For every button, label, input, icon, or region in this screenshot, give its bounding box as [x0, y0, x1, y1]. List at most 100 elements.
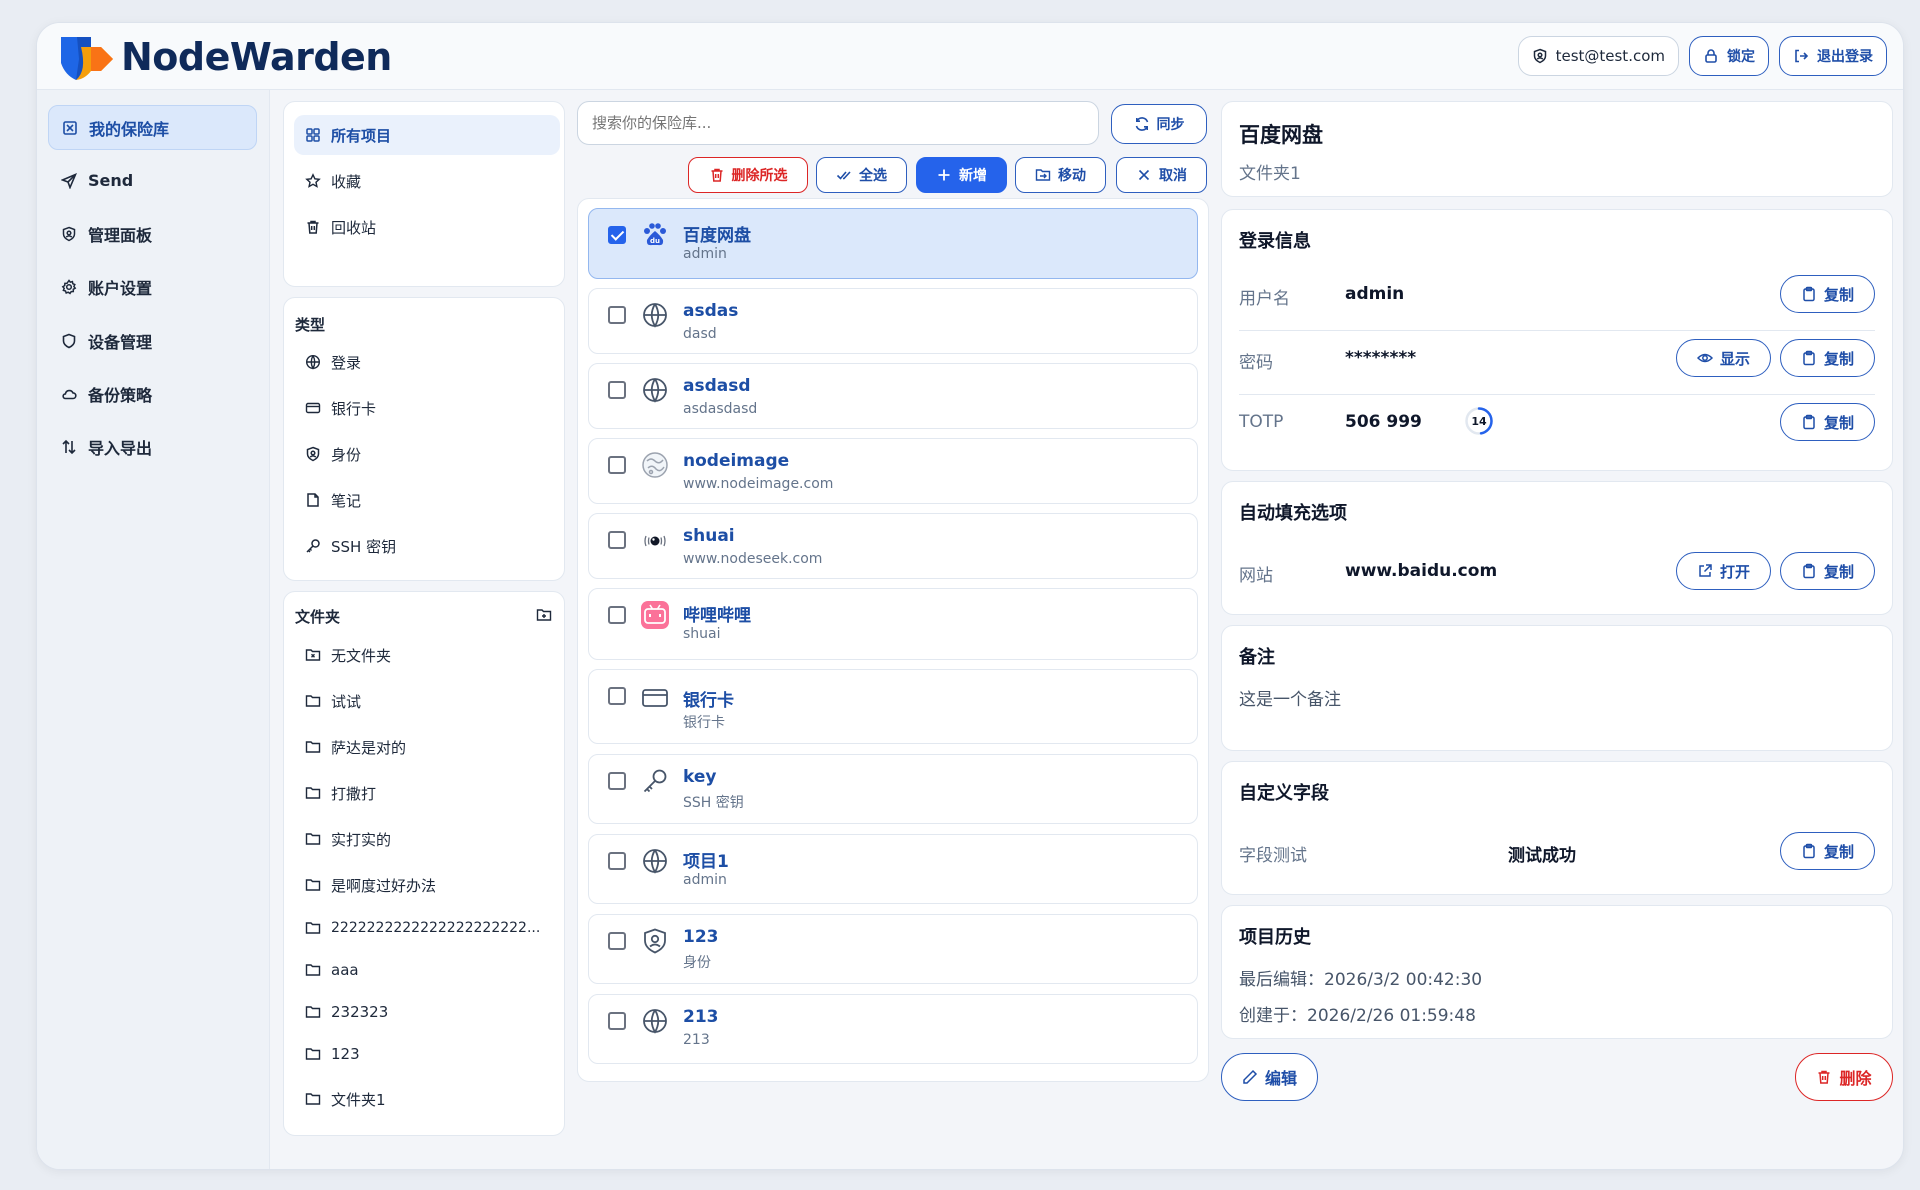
password-value[interactable]: ********: [1345, 348, 1416, 368]
item-name: shuai: [683, 526, 735, 546]
select-all-button[interactable]: 全选: [816, 157, 907, 193]
delete-item-button[interactable]: 删除: [1795, 1053, 1893, 1101]
filter-label: 收藏: [331, 172, 362, 191]
cancel-selection-button[interactable]: 取消: [1116, 157, 1207, 193]
folder-item[interactable]: 实打实的: [294, 819, 560, 859]
folder-item[interactable]: 试试: [294, 681, 560, 721]
folder-item[interactable]: 萨达是对的: [294, 727, 560, 767]
item-checkbox[interactable]: [608, 381, 626, 399]
delete-selected-button[interactable]: 删除所选: [688, 157, 808, 193]
custom-fields-title: 自定义字段: [1239, 783, 1329, 804]
folder-item[interactable]: 123: [294, 1034, 560, 1074]
item-checkbox[interactable]: [608, 306, 626, 324]
copy-totp-button[interactable]: 复制: [1780, 403, 1875, 441]
item-subtitle: www.nodeseek.com: [683, 551, 823, 567]
copy-custom-field-button[interactable]: 复制: [1780, 832, 1875, 870]
item-checkbox[interactable]: [608, 226, 626, 244]
custom-field-value[interactable]: 测试成功: [1508, 841, 1576, 866]
nav-item-admin[interactable]: 管理面板: [48, 211, 257, 256]
key-icon: [305, 538, 321, 554]
copy-username-button[interactable]: 复制: [1780, 275, 1875, 313]
filter-type-note[interactable]: 笔记: [294, 480, 560, 520]
sync-button[interactable]: 同步: [1111, 104, 1207, 144]
item-checkbox[interactable]: [608, 932, 626, 950]
item-checkbox[interactable]: [608, 852, 626, 870]
username-value[interactable]: admin: [1345, 284, 1404, 304]
add-folder-icon[interactable]: [536, 607, 552, 623]
folder-item[interactable]: 文件夹1: [294, 1079, 560, 1119]
logout-icon: [1793, 48, 1809, 64]
copy-password-button[interactable]: 复制: [1780, 339, 1875, 377]
item-checkbox[interactable]: [608, 456, 626, 474]
item-checkbox[interactable]: [608, 1012, 626, 1030]
main-nav: 我的保险库 Send 管理面板 账户设置 设备管理 备份策略 导入导出: [37, 90, 270, 1169]
copy-site-button[interactable]: 复制: [1780, 552, 1875, 590]
login-info-card: 登录信息 用户名 admin 复制 密码 ******** 显示 复制 TOTP…: [1221, 209, 1893, 471]
folder-item[interactable]: 无文件夹: [294, 635, 560, 675]
vault-item-list: du 百度网盘 admin asdas dasd asdasd asdasdas…: [577, 198, 1209, 1082]
open-label: 打开: [1719, 562, 1750, 581]
nav-item-send[interactable]: Send: [48, 158, 257, 203]
edit-item-button[interactable]: 编辑: [1221, 1053, 1318, 1101]
folder-item[interactable]: 是啊度过好办法: [294, 865, 560, 905]
globe-icon: [641, 301, 669, 329]
lock-button[interactable]: 锁定: [1689, 36, 1769, 76]
folder-icon: [305, 1046, 321, 1062]
add-item-button[interactable]: 新增: [916, 157, 1007, 193]
item-checkbox[interactable]: [608, 606, 626, 624]
folder-label: 123: [331, 1045, 360, 1063]
list-item[interactable]: 项目1 admin: [588, 834, 1198, 904]
top-bar: NodeWarden test@test.com 锁定 退出登录: [37, 23, 1903, 90]
list-item[interactable]: shuai www.nodeseek.com: [588, 513, 1198, 579]
clipboard-icon: [1801, 843, 1817, 859]
nav-item-backup[interactable]: 备份策略: [48, 371, 257, 416]
nav-item-devices[interactable]: 设备管理: [48, 318, 257, 363]
item-checkbox[interactable]: [608, 531, 626, 549]
nav-item-vault[interactable]: 我的保险库: [48, 105, 257, 150]
show-password-button[interactable]: 显示: [1676, 339, 1771, 377]
site-value[interactable]: www.baidu.com: [1345, 561, 1497, 581]
filter-favorites[interactable]: 收藏: [294, 161, 560, 201]
list-item[interactable]: du 百度网盘 admin: [588, 208, 1198, 279]
filter-type-login[interactable]: 登录: [294, 342, 560, 382]
list-item[interactable]: 213 213: [588, 994, 1198, 1064]
move-button[interactable]: 移动: [1015, 157, 1106, 193]
totp-value[interactable]: 506 999: [1345, 412, 1422, 432]
nav-item-import-export[interactable]: 导入导出: [48, 424, 257, 469]
nodeseek-icon: [641, 526, 669, 554]
trash-icon: [1816, 1069, 1832, 1085]
list-item[interactable]: key SSH 密钥: [588, 754, 1198, 824]
item-checkbox[interactable]: [608, 772, 626, 790]
open-site-button[interactable]: 打开: [1676, 552, 1771, 590]
filter-type-ssh-key[interactable]: SSH 密钥: [294, 526, 560, 566]
note-icon: [305, 492, 321, 508]
list-item[interactable]: asdasd asdasdasd: [588, 363, 1198, 429]
filter-type-card[interactable]: 银行卡: [294, 388, 560, 428]
list-item[interactable]: asdas dasd: [588, 288, 1198, 354]
filter-trash[interactable]: 回收站: [294, 207, 560, 247]
folder-icon: [305, 785, 321, 801]
list-item[interactable]: 哔哩哔哩 shuai: [588, 588, 1198, 660]
user-email-badge[interactable]: test@test.com: [1517, 36, 1679, 76]
folder-item[interactable]: 232323: [294, 992, 560, 1032]
nav-item-account-settings[interactable]: 账户设置: [48, 264, 257, 309]
detail-header-card: 百度网盘 文件夹1: [1221, 101, 1893, 197]
list-item[interactable]: 银行卡 银行卡: [588, 669, 1198, 744]
folder-item[interactable]: 打撒打: [294, 773, 560, 813]
list-item[interactable]: nodeimage www.nodeimage.com: [588, 438, 1198, 504]
folder-icon: [305, 962, 321, 978]
list-item[interactable]: 123 身份: [588, 914, 1198, 984]
clipboard-icon: [1801, 414, 1817, 430]
nav-label: 我的保险库: [89, 119, 170, 139]
logout-button[interactable]: 退出登录: [1779, 36, 1887, 76]
filter-all-items[interactable]: 所有项目: [294, 115, 560, 155]
card-icon: [641, 684, 669, 712]
filter-type-identity[interactable]: 身份: [294, 434, 560, 474]
nav-label: 导入导出: [88, 438, 153, 458]
folder-item[interactable]: aaa: [294, 950, 560, 990]
item-checkbox[interactable]: [608, 687, 626, 705]
vault-search-input[interactable]: [577, 101, 1099, 145]
copy-label: 复制: [1823, 842, 1854, 861]
cancel-label: 取消: [1159, 168, 1187, 184]
folder-item[interactable]: 2222222222222222222222...: [294, 908, 560, 948]
